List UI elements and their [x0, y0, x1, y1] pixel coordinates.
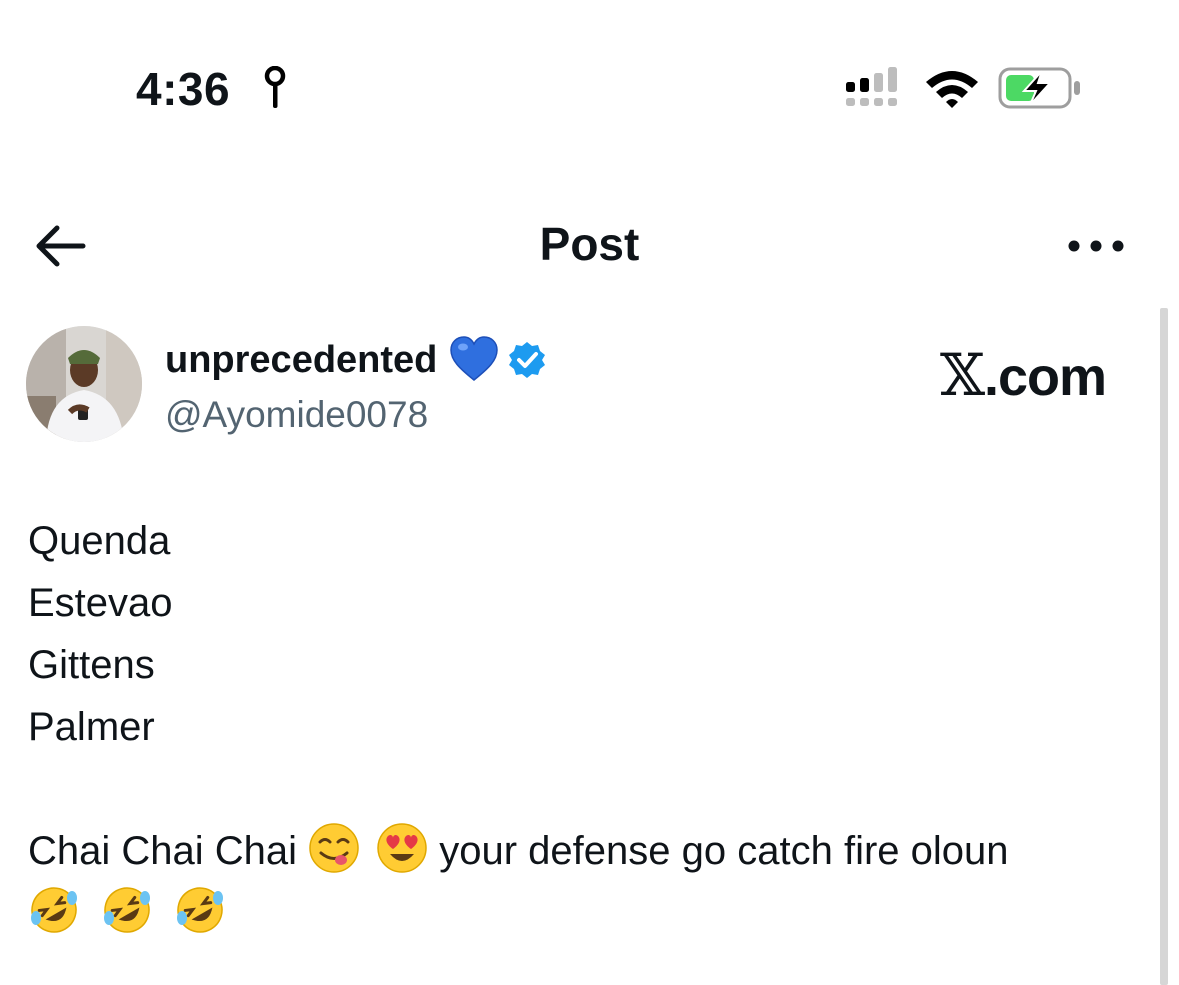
rofl-emoji: [31, 887, 77, 933]
post-line: Gittens: [28, 643, 155, 687]
xcom-watermark: 𝕏.com: [940, 340, 1107, 412]
post-closing-line: Chai Chai Chai your defense go catch fir…: [28, 820, 1148, 882]
x-logo: 𝕏: [940, 341, 985, 409]
closing-text-part2: your defense go catch fire oloun: [428, 829, 1009, 873]
closing-text-part1: Chai Chai Chai: [28, 829, 309, 873]
avatar-photo: [26, 326, 142, 442]
battery-charging-icon: [998, 67, 1080, 109]
author-name[interactable]: unprecedented: [165, 334, 437, 386]
author-block[interactable]: unprecedented @Ayomide0078: [165, 332, 865, 440]
post-line: Quenda: [28, 519, 171, 563]
post: unprecedented @Ayomide0078 𝕏.com Quenda …: [0, 310, 1150, 985]
more-options-button[interactable]: [1060, 222, 1132, 270]
avatar[interactable]: [26, 326, 142, 442]
location-icon: [264, 66, 286, 108]
author-handle[interactable]: @Ayomide0078: [165, 390, 865, 440]
heart-eyes-emoji: [377, 823, 427, 873]
watermark-domain: .com: [984, 347, 1107, 407]
post-text: Quenda Estevao Gittens Palmer Chai Chai …: [28, 510, 1148, 944]
post-emoji-line: [28, 882, 1148, 944]
blue-heart-emoji: [450, 336, 499, 381]
signal-icon: [846, 67, 897, 106]
rofl-emoji: [177, 887, 224, 933]
face-savoring-food-emoji: [309, 823, 359, 873]
page-title: Post: [539, 218, 640, 270]
post-line: Estevao: [28, 581, 173, 625]
status-time: 4:36: [136, 63, 231, 115]
post-line: Palmer: [28, 705, 155, 749]
author-name-row: unprecedented: [165, 332, 865, 388]
status-bar: 4:36: [0, 0, 1179, 160]
nav-header: Post: [0, 200, 1179, 290]
wifi-icon: [926, 71, 978, 108]
rofl-emoji: [104, 887, 151, 933]
verified-badge-icon: [509, 342, 546, 378]
scrollbar[interactable]: [1160, 308, 1168, 985]
more-horizontal-icon: [1068, 240, 1124, 252]
